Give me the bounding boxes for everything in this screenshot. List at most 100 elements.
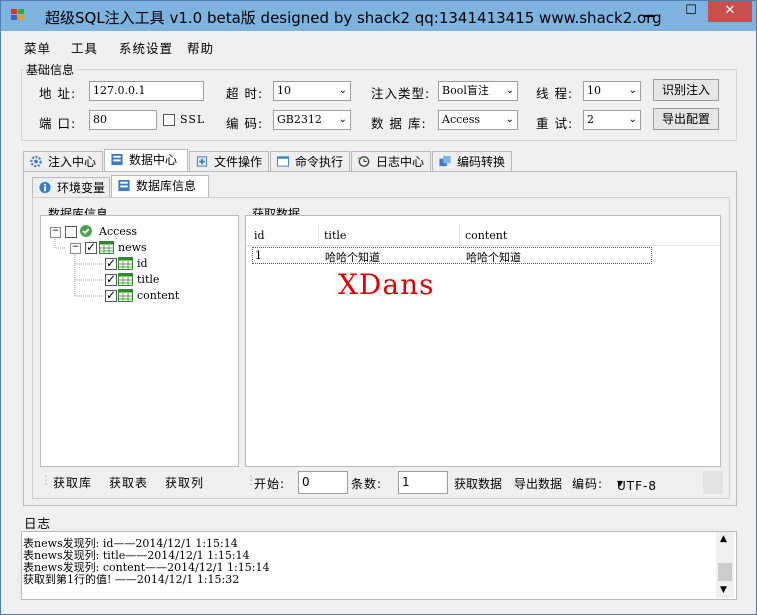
toolbar-grip: ⋮ <box>40 473 53 487</box>
collapse-icon[interactable]: − <box>50 227 61 238</box>
tab-db-info[interactable]: 数据库信息 <box>111 175 209 198</box>
tab-command-exec[interactable]: 命令执行 <box>270 151 350 172</box>
menu-item-main[interactable]: 菜单 <box>24 38 51 57</box>
get-columns-button[interactable]: 获取列 <box>165 474 204 491</box>
threads-label: 线 程: <box>536 86 574 101</box>
chevron-down-icon: ⌄ <box>505 114 514 125</box>
basic-info-label: 基础信息 <box>24 61 77 78</box>
start-input[interactable]: 0 <box>298 471 348 494</box>
menu-item-help[interactable]: 帮助 <box>187 38 214 57</box>
db-tree[interactable]: − Access − news id title content <box>40 215 239 467</box>
grid-cell: 哈哈个知道 <box>325 251 380 264</box>
terminal-icon <box>276 156 290 167</box>
grid-divider <box>318 223 319 245</box>
tab-label: 注入中心 <box>48 155 97 169</box>
tab-encode-convert[interactable]: 编码转换 <box>432 151 512 172</box>
retry-value: 2 <box>587 113 594 126</box>
info-icon <box>39 181 51 194</box>
database-value: Access <box>442 113 481 126</box>
tab-inject-center[interactable]: 注入中心 <box>23 151 103 172</box>
fetch-data-grid[interactable]: id title content 1 哈哈个知道 哈哈个知道 XDans <box>245 215 721 467</box>
gear-icon <box>30 155 42 168</box>
title-bar[interactable]: 超级SQL注入工具 v1.0 beta版 designed by shack2 … <box>1 1 756 31</box>
log-scrollbar[interactable]: ▲ ▼ <box>716 532 734 598</box>
tree-table-checkbox[interactable] <box>85 240 97 254</box>
scroll-thumb[interactable] <box>718 563 732 581</box>
export-data-button[interactable]: 导出数据 <box>514 475 562 492</box>
maximize-button[interactable]: ☐ <box>677 1 705 22</box>
database-label: 数 据 库: <box>371 116 427 131</box>
tab-data-center[interactable]: 数据中心 <box>104 149 188 172</box>
get-tables-button[interactable]: 获取表 <box>109 474 148 491</box>
scroll-down-icon[interactable]: ▼ <box>720 585 727 595</box>
dropdown-arrow-icon: ▾ <box>617 476 625 490</box>
chevron-down-icon: ⌄ <box>505 85 514 96</box>
tree-column-node[interactable]: content <box>137 289 179 302</box>
tree-column-checkbox[interactable] <box>105 272 117 286</box>
tab-env-vars[interactable]: 环境变量 <box>32 177 110 198</box>
collapse-icon[interactable]: − <box>70 243 81 254</box>
window-title: 超级SQL注入工具 v1.0 beta版 designed by shack2 … <box>45 9 662 27</box>
fetch-encoding-select[interactable]: UTF-8 ▾ <box>613 471 699 494</box>
tree-column-node[interactable]: id <box>137 257 148 270</box>
watermark-text: XDans <box>338 268 435 301</box>
port-label: 端 口: <box>39 116 77 131</box>
main-window: 超级SQL注入工具 v1.0 beta版 designed by shack2 … <box>0 0 757 615</box>
menu-item-settings[interactable]: 系统设置 <box>119 38 173 57</box>
table-row[interactable]: 1 哈哈个知道 哈哈个知道 <box>252 247 652 264</box>
tree-table-node[interactable]: news <box>118 241 147 254</box>
timeout-select[interactable]: 10 ⌄ <box>273 81 351 101</box>
retry-label: 重 试: <box>536 116 574 131</box>
grid-cell: 1 <box>255 249 262 262</box>
port-input[interactable]: 80 <box>89 110 157 130</box>
table-icon <box>118 273 133 286</box>
history-icon <box>357 156 370 167</box>
grid-cell: 哈哈个知道 <box>466 251 521 264</box>
count-input[interactable]: 1 <box>398 471 448 494</box>
get-data-button[interactable]: 获取数据 <box>454 475 502 492</box>
tab-label: 环境变量 <box>57 181 106 195</box>
export-config-button[interactable]: 导出配置 <box>653 108 719 130</box>
count-label: 条数: <box>351 477 383 491</box>
inject-type-value: Bool盲注 <box>442 84 489 97</box>
threads-select[interactable]: 10 ⌄ <box>583 81 641 101</box>
db-info-toolbar: ⋮ 获取库 获取表 获取列 <box>38 470 238 492</box>
menu-item-tools[interactable]: 工具 <box>71 38 98 57</box>
table-icon <box>118 289 133 302</box>
tab-label: 数据中心 <box>129 153 178 167</box>
toolbar-overflow[interactable] <box>703 471 723 494</box>
tree-column-checkbox[interactable] <box>105 288 117 302</box>
chevron-down-icon: ⌄ <box>628 85 637 96</box>
retry-select[interactable]: 2 ⌄ <box>583 110 641 130</box>
start-label: 开始: <box>254 477 286 491</box>
inject-type-select[interactable]: Bool盲注 ⌄ <box>438 81 518 101</box>
get-db-button[interactable]: 获取库 <box>53 474 92 491</box>
grid-header-cell[interactable]: id <box>254 229 265 242</box>
tab-log-center[interactable]: 日志中心 <box>351 151 431 172</box>
file-plus-icon <box>196 156 208 167</box>
close-button[interactable]: ✕ <box>708 1 752 22</box>
scroll-up-icon[interactable]: ▲ <box>720 534 727 544</box>
menu-bar: 菜单 工具 系统设置 帮助 <box>1 31 756 57</box>
encoding-select[interactable]: GB2312 ⌄ <box>273 110 351 130</box>
inject-type-label: 注入类型: <box>371 86 431 101</box>
chevron-down-icon: ⌄ <box>338 85 347 96</box>
tree-column-node[interactable]: title <box>137 273 159 286</box>
grid-header-cell[interactable]: title <box>324 229 346 242</box>
address-input[interactable]: 127.0.0.1 <box>89 81 204 101</box>
timeout-value: 10 <box>277 84 291 97</box>
identify-inject-button[interactable]: 识别注入 <box>653 79 719 101</box>
tree-db-node[interactable]: Access <box>99 225 137 238</box>
tab-file-ops[interactable]: 文件操作 <box>189 151 269 172</box>
ssl-checkbox[interactable] <box>163 114 175 126</box>
tab-label: 命令执行 <box>295 155 344 169</box>
tree-column-checkbox[interactable] <box>105 256 117 270</box>
convert-icon <box>439 155 451 167</box>
ssl-label: SSL <box>180 113 206 126</box>
tree-db-checkbox[interactable] <box>65 226 77 238</box>
database-select[interactable]: Access ⌄ <box>438 110 518 130</box>
log-label: 日志 <box>24 516 52 531</box>
fetch-toolbar: ⋮ 开始: 0 条数: 1 获取数据 导出数据 编码: UTF-8 ▾ <box>245 470 725 494</box>
grid-header-cell[interactable]: content <box>465 229 507 242</box>
minimize-button[interactable]: ▁ <box>635 1 663 22</box>
